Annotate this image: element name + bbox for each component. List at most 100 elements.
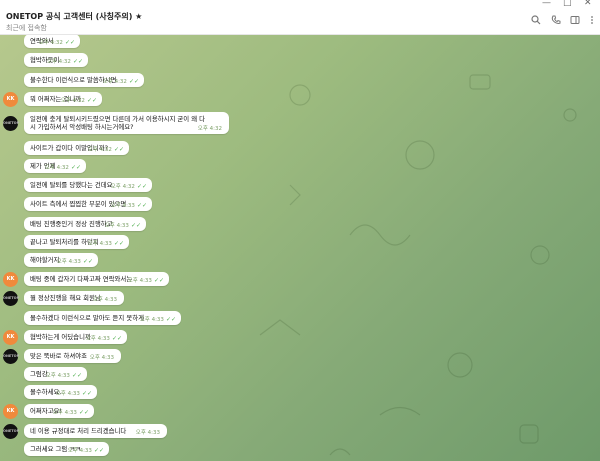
message-meta: 오후 4:32 ✓✓ xyxy=(39,38,75,46)
message-meta: 오후 4:33 ✓✓ xyxy=(53,408,89,416)
message-time: 오후 4:33 xyxy=(87,241,112,247)
message-time: 오후 4:33 xyxy=(52,410,77,416)
message-bubble[interactable]: 연락와서 오후 4:32 ✓✓ xyxy=(24,35,80,48)
message-time: 오후 4:32 xyxy=(197,126,222,132)
message-bubble[interactable]: 일전에 충게 탈퇴시키드렸으면 다른데 가서 이용하시지 굳이 왜 다시 가입하… xyxy=(24,112,229,134)
message-text: 배팅 중에 갑자기 다짜고짜 연락와서는 xyxy=(30,275,133,283)
avatar[interactable]: KK xyxy=(3,272,18,287)
close-icon[interactable]: ✕ xyxy=(584,0,592,8)
message-bubble[interactable]: 불수한다 이런식으로 말씀하시면 오후 4:32 ✓✓ xyxy=(24,73,144,87)
message-bubble[interactable]: 몰수하세요. 오후 4:33 ✓✓ xyxy=(24,385,97,399)
message-bubble[interactable]: 배팅 중에 갑자기 다짜고짜 연락와서는 오후 4:33 ✓✓ xyxy=(24,272,169,286)
read-check-icon: ✓✓ xyxy=(153,277,164,284)
message-text: 몰수하겠다 이런식으로 말아도 듣지 못하게 xyxy=(30,314,144,322)
message-time: 오후 4:32 xyxy=(60,98,85,104)
avatar[interactable]: KK xyxy=(3,404,18,419)
message-text: 맞은 뚝바로 하셔야죠 xyxy=(30,352,87,360)
message-time: 오후 4:33 xyxy=(45,373,70,379)
message-time: 오후 4:32 xyxy=(102,79,127,85)
message-meta: 오후 4:33 ✓✓ xyxy=(86,334,122,342)
message-bubble[interactable]: 몰수하겠다 이런식으로 말아도 듣지 못하게 오후 4:33 ✓✓ xyxy=(24,311,181,325)
message-time: 오후 4:33 xyxy=(104,223,129,229)
sidebar-icon[interactable] xyxy=(569,15,581,27)
search-icon[interactable] xyxy=(530,15,542,27)
chat-area[interactable]: 연락와서 오후 4:32 ✓✓ 협박하듯이 오후 4:32 ✓✓ 불수한다 이런식으로 말씀… xyxy=(0,35,600,461)
message-text: 협박하는게 어딨습니까 xyxy=(30,333,91,341)
message-bubble[interactable]: 그러세요 그럼 ㅋㅋ 오후 4:33 ✓✓ xyxy=(24,442,109,456)
avatar[interactable]: KK xyxy=(3,92,18,107)
message-bubble[interactable]: 협박하듯이 오후 4:32 ✓✓ xyxy=(24,53,88,67)
message-meta: 오후 4:33 xyxy=(136,428,162,436)
message-time: 오후 4:32 xyxy=(44,165,69,171)
message-bubble[interactable]: 사이트 측에서 찝찝한 부분이 있으면 오후 4:33 ✓✓ xyxy=(24,197,152,211)
message-bubble[interactable]: 뭘 정상진행을 해요 회원님 오후 4:33 xyxy=(24,291,124,305)
message-text: 배팅 진행중인거 정상 진행하고 xyxy=(30,220,113,228)
message-meta: 오후 4:32 ✓✓ xyxy=(47,57,83,65)
avatar[interactable]: ONETOP xyxy=(3,349,19,364)
message-time: 오후 4:33 xyxy=(135,430,160,436)
message-meta: 오후 4:33 ✓✓ xyxy=(88,239,124,247)
minimize-icon[interactable]: — xyxy=(542,0,551,8)
chat-header: ONETOP 공식 고객센터 (사칭주의) ★ 최근에 접속함 xyxy=(0,8,600,35)
message-text: 일전에 충게 탈퇴시키드렸으면 다른데 가서 이용하시지 굳이 왜 다시 가입하… xyxy=(30,115,205,131)
maximize-icon[interactable]: □ xyxy=(563,0,572,8)
message-text: 뭘 정상진행을 해요 회원님 xyxy=(30,294,101,302)
message-meta: 오후 4:32 ✓✓ xyxy=(88,145,124,153)
message-time: 오후 4:32 xyxy=(87,147,112,153)
read-check-icon: ✓✓ xyxy=(64,39,75,46)
message-text: 네 이용 규정대로 처리 드리겠습니다 xyxy=(30,427,127,435)
avatar[interactable]: ONETOP xyxy=(3,291,19,306)
message-meta: 오후 4:33 ✓✓ xyxy=(57,257,93,265)
more-icon[interactable] xyxy=(586,15,598,27)
read-check-icon: ✓✓ xyxy=(81,390,92,397)
message-time: 오후 4:33 xyxy=(139,317,164,323)
read-check-icon: ✓✓ xyxy=(93,447,104,454)
message-time: 오후 4:33 xyxy=(92,297,117,303)
message-bubble[interactable]: 네 이용 규정대로 처리 드리겠습니다 오후 4:33 xyxy=(24,424,167,438)
message-time: 오후 4:33 xyxy=(56,259,81,265)
message-bubble[interactable]: 그럼강 오후 4:33 ✓✓ xyxy=(24,367,87,381)
message-meta: 오후 4:33 ✓✓ xyxy=(46,371,82,379)
window-titlebar: — □ ✕ xyxy=(0,0,600,8)
message-time: 오후 4:33 xyxy=(127,278,152,284)
message-bubble[interactable]: 어쩌자고요! 오후 4:33 ✓✓ xyxy=(24,404,94,418)
message-meta: 오후 4:32 ✓✓ xyxy=(61,96,97,104)
message-time: 오후 4:33 xyxy=(55,391,80,397)
avatar[interactable]: ONETOP xyxy=(3,424,19,439)
read-check-icon: ✓✓ xyxy=(86,97,97,104)
read-check-icon: ✓✓ xyxy=(130,222,141,229)
message-meta: 오후 4:33 xyxy=(90,353,116,361)
message-bubble[interactable]: 배팅 진행중인거 정상 진행하고 오후 4:33 ✓✓ xyxy=(24,217,146,231)
message-time: 오후 4:33 xyxy=(85,336,110,342)
read-check-icon: ✓✓ xyxy=(71,372,82,379)
read-check-icon: ✓✓ xyxy=(72,58,83,65)
read-check-icon: ✓✓ xyxy=(82,258,93,265)
chat-title[interactable]: ONETOP 공식 고객센터 (사칭주의) ★ xyxy=(6,11,142,22)
message-meta: 오후 4:33 ✓✓ xyxy=(68,446,104,454)
message-bubble[interactable]: 협박하는게 어딨습니까 오후 4:33 ✓✓ xyxy=(24,330,127,344)
phone-icon[interactable] xyxy=(550,15,562,27)
avatar[interactable]: ONETOP xyxy=(3,116,19,131)
message-meta: 오후 4:33 ✓✓ xyxy=(105,221,141,229)
chat-status: 최근에 접속함 xyxy=(6,24,47,32)
message-meta: 오후 4:32 xyxy=(198,124,224,132)
message-meta: 오후 4:32 ✓✓ xyxy=(103,77,139,85)
message-bubble[interactable]: 뭐 어쩌자는 겁니까 오후 4:32 ✓✓ xyxy=(24,92,102,106)
read-check-icon: ✓✓ xyxy=(113,146,124,153)
message-time: 오후 4:32 xyxy=(38,40,63,46)
message-bubble[interactable]: 해야할거지 오후 4:33 ✓✓ xyxy=(24,253,98,267)
message-bubble[interactable]: 끝나고 탈퇴처리를 하던지 오후 4:33 ✓✓ xyxy=(24,235,129,249)
message-time: 오후 4:33 xyxy=(67,448,92,454)
avatar[interactable]: KK xyxy=(3,330,18,345)
read-check-icon: ✓✓ xyxy=(111,335,122,342)
message-text: 해야할거지 xyxy=(30,256,60,264)
message-meta: 오후 4:33 ✓✓ xyxy=(111,201,147,209)
message-time: 오후 4:32 xyxy=(110,184,135,190)
read-check-icon: ✓✓ xyxy=(70,164,81,171)
message-bubble[interactable]: 일전에 탈퇴를 당했다는 건데요 오후 4:32 ✓✓ xyxy=(24,178,152,192)
message-bubble[interactable]: 제가 언제 오후 4:32 ✓✓ xyxy=(24,159,86,173)
message-bubble[interactable]: 사이트가 갑이다 이말입니까? 오후 4:32 ✓✓ xyxy=(24,141,129,155)
read-check-icon: ✓✓ xyxy=(136,183,147,190)
message-meta: 오후 4:32 ✓✓ xyxy=(45,163,81,171)
message-bubble[interactable]: 맞은 뚝바로 하셔야죠 오후 4:33 xyxy=(24,349,121,363)
